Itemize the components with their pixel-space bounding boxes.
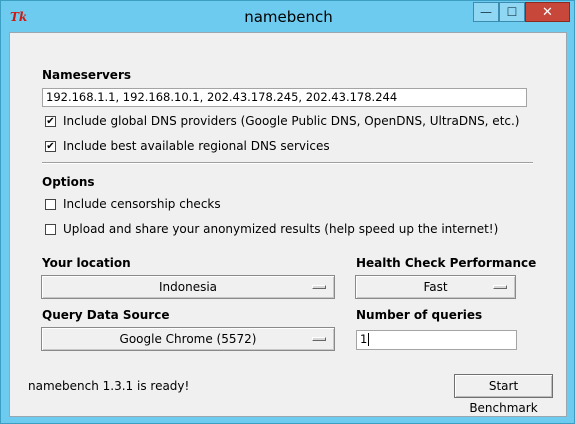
censorship-label: Include censorship checks	[63, 197, 221, 211]
num-queries-input[interactable]: 1	[356, 330, 517, 350]
main-panel: Nameservers 192.168.1.1, 192.168.10.1, 2…	[9, 32, 567, 417]
censorship-checkbox[interactable]	[45, 198, 56, 210]
health-value: Fast	[423, 280, 448, 294]
nameservers-label: Nameservers	[42, 68, 132, 82]
include-global-label: Include global DNS providers (Google Pub…	[63, 114, 520, 128]
health-dropdown[interactable]: Fast	[355, 275, 516, 299]
window-frame: Tk namebench — ☐ ✕ Nameservers 192.168.1…	[0, 0, 575, 424]
start-benchmark-button[interactable]: Start Benchmark	[454, 374, 553, 415]
include-regional-label: Include best available regional DNS serv…	[63, 139, 330, 153]
upload-label: Upload and share your anonymized results…	[63, 222, 499, 236]
location-dropdown[interactable]: Indonesia	[41, 275, 335, 299]
close-button[interactable]: ✕	[525, 2, 570, 22]
minimize-button[interactable]: —	[473, 2, 499, 22]
window-controls: — ☐ ✕	[473, 2, 570, 23]
title-bar[interactable]: Tk namebench — ☐ ✕	[1, 1, 575, 33]
query-source-value: Google Chrome (5572)	[119, 332, 257, 346]
minimize-icon: —	[480, 5, 492, 19]
status-text: namebench 1.3.1 is ready!	[28, 379, 190, 393]
maximize-button[interactable]: ☐	[499, 2, 525, 22]
location-value: Indonesia	[158, 280, 218, 294]
censorship-row[interactable]: Include censorship checks	[45, 197, 221, 211]
location-label: Your location	[42, 256, 131, 270]
options-label: Options	[42, 175, 95, 189]
include-regional-checkbox[interactable]: ✔	[45, 140, 56, 152]
include-global-checkbox[interactable]: ✔	[45, 115, 56, 127]
nameservers-input[interactable]: 192.168.1.1, 192.168.10.1, 202.43.178.24…	[42, 88, 527, 107]
include-regional-row[interactable]: ✔ Include best available regional DNS se…	[45, 139, 330, 153]
text-caret	[368, 333, 370, 346]
upload-checkbox[interactable]	[45, 223, 56, 235]
section-separator	[42, 162, 533, 164]
num-queries-label: Number of queries	[356, 308, 483, 322]
dropdown-indicator-icon	[312, 337, 326, 341]
upload-row[interactable]: Upload and share your anonymized results…	[45, 222, 498, 236]
num-queries-value: 1	[360, 332, 368, 346]
health-label: Health Check Performance	[356, 256, 537, 270]
query-source-label: Query Data Source	[42, 308, 170, 322]
maximize-icon: ☐	[506, 5, 518, 19]
close-icon: ✕	[542, 4, 553, 20]
dropdown-indicator-icon	[493, 285, 507, 289]
include-global-row[interactable]: ✔ Include global DNS providers (Google P…	[45, 114, 520, 128]
query-source-dropdown[interactable]: Google Chrome (5572)	[41, 327, 335, 351]
dropdown-indicator-icon	[312, 285, 326, 289]
